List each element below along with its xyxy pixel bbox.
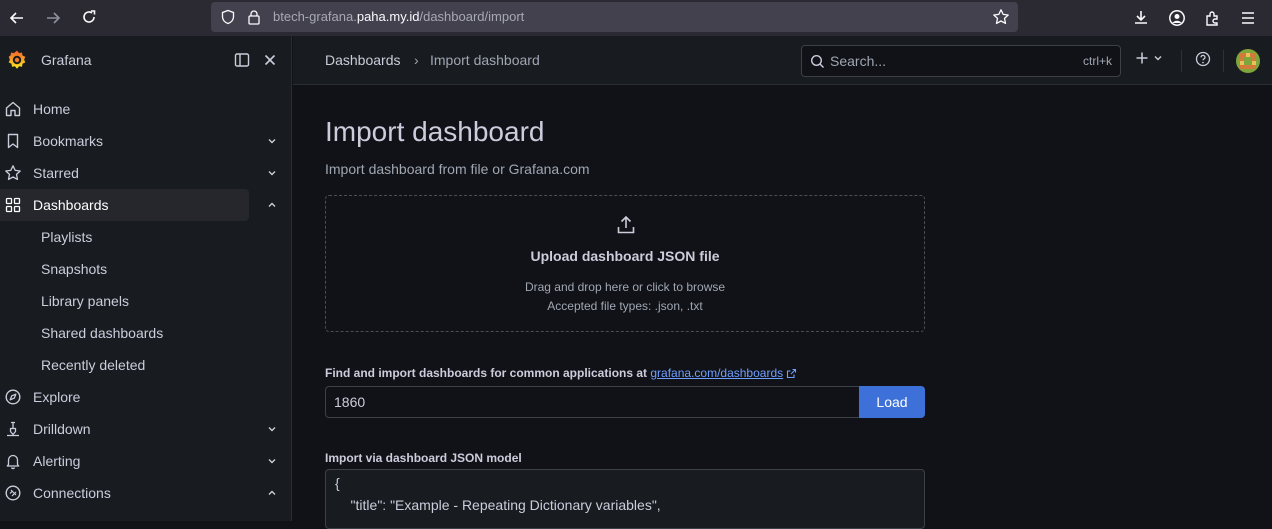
sidebar-subitem-label: Library panels: [41, 293, 129, 309]
chevron-up-icon[interactable]: [266, 487, 278, 499]
url-bar[interactable]: btech-grafana.paha.my.id/dashboard/impor…: [211, 2, 1018, 32]
breadcrumb-separator: ›: [414, 52, 419, 68]
main-content: Import dashboard Import dashboard from f…: [293, 86, 1272, 529]
home-icon: [4, 100, 22, 118]
link-icon: [4, 484, 22, 502]
search-placeholder: Search...: [830, 53, 887, 69]
url-text[interactable]: btech-grafana.paha.my.id/dashboard/impor…: [273, 9, 524, 24]
url-path: /dashboard/import: [419, 9, 525, 24]
url-domain: paha.my.id: [356, 9, 420, 24]
shield-icon[interactable]: [220, 9, 236, 25]
sidebar-subitem-label: Recently deleted: [41, 357, 146, 373]
help-icon[interactable]: [1195, 51, 1211, 67]
toolbar-divider: [1223, 50, 1224, 72]
avatar[interactable]: [1236, 49, 1260, 73]
page-subtitle: Import dashboard from file or Grafana.co…: [325, 161, 590, 177]
sidebar-item-label: Starred: [33, 165, 79, 181]
sidebar-subitem-label: Shared dashboards: [41, 325, 164, 341]
find-dashboards-label: Find and import dashboards for common ap…: [325, 366, 797, 380]
sidebar-subitem-playlists[interactable]: Playlists: [0, 221, 292, 253]
star-icon: [4, 164, 22, 182]
browser-toolbar: btech-grafana.paha.my.id/dashboard/impor…: [0, 0, 1272, 36]
dashboard-id-input[interactable]: 1860: [325, 386, 860, 418]
sidebar-item-drilldown[interactable]: Drilldown: [0, 413, 292, 445]
menu-icon[interactable]: [1236, 6, 1260, 30]
sidebar-item-dashboards[interactable]: Dashboards: [0, 189, 249, 221]
bookmark-star-icon[interactable]: [992, 8, 1010, 26]
json-line: "title": "Example - Repeating Dictionary…: [335, 497, 661, 513]
sidebar-item-explore[interactable]: Explore: [0, 381, 292, 413]
breadcrumb-current: Import dashboard: [430, 52, 540, 68]
load-button[interactable]: Load: [859, 386, 925, 418]
grafana-logo-icon[interactable]: [6, 49, 28, 71]
sidebar-item-label: Connections: [33, 485, 111, 501]
upload-icon: [615, 214, 637, 236]
compass-icon: [4, 388, 22, 406]
sidebar-subitem-snapshots[interactable]: Snapshots: [0, 253, 292, 285]
extensions-icon[interactable]: [1201, 6, 1225, 30]
sidebar: Grafana Home Bookmarks Starred Dashboard…: [0, 36, 292, 521]
breadcrumb-dashboards[interactable]: Dashboards: [325, 52, 401, 68]
sidebar-subitem-label: Playlists: [41, 229, 93, 245]
sidebar-item-label: Drilldown: [33, 421, 91, 437]
chevron-up-icon[interactable]: [266, 199, 278, 211]
sidebar-subitem-label: Snapshots: [41, 261, 108, 277]
search-shortcut: ctrl+k: [1082, 54, 1112, 68]
sidebar-item-label: Alerting: [33, 453, 81, 469]
find-dashboards-text: Find and import dashboards for common ap…: [325, 366, 648, 380]
json-model-textarea[interactable]: { "title": "Example - Repeating Dictiona…: [325, 469, 925, 529]
sidebar-item-home[interactable]: Home: [0, 93, 292, 125]
new-button[interactable]: [1135, 51, 1163, 65]
sidebar-item-label: Home: [33, 101, 71, 117]
dock-menu-icon[interactable]: [233, 51, 251, 69]
account-icon[interactable]: [1165, 6, 1189, 30]
sidebar-subitem-library-panels[interactable]: Library panels: [0, 285, 292, 317]
sidebar-item-connections[interactable]: Connections: [0, 477, 292, 509]
back-icon[interactable]: [5, 6, 29, 30]
sidebar-subitem-shared-dashboards[interactable]: Shared dashboards: [0, 317, 292, 349]
forward-icon[interactable]: [41, 6, 65, 30]
upload-dropzone[interactable]: Upload dashboard JSON file Drag and drop…: [325, 195, 925, 332]
toolbar-divider: [1181, 50, 1182, 72]
search-icon: [810, 54, 825, 69]
upload-hint: Drag and drop here or click to browse: [524, 280, 726, 294]
drilldown-icon: [4, 420, 22, 438]
page-title: Import dashboard: [325, 116, 545, 147]
sidebar-item-alerting[interactable]: Alerting: [0, 445, 292, 477]
bell-icon: [4, 452, 22, 470]
sidebar-item-bookmarks[interactable]: Bookmarks: [0, 125, 292, 157]
grafana-dashboards-link[interactable]: grafana.com/dashboards: [650, 366, 783, 380]
search-input[interactable]: Search... ctrl+k: [801, 45, 1121, 77]
bookmark-icon: [4, 132, 22, 150]
top-bar: Dashboards › Import dashboard Search... …: [293, 36, 1272, 85]
sidebar-item-starred[interactable]: Starred: [0, 157, 292, 189]
downloads-icon[interactable]: [1129, 6, 1153, 30]
external-link-icon[interactable]: [786, 368, 797, 379]
upload-file-types: Accepted file types: .json, .txt: [547, 299, 703, 313]
chevron-down-icon[interactable]: [266, 135, 278, 147]
chevron-down-icon[interactable]: [266, 455, 278, 467]
chevron-down-icon[interactable]: [266, 423, 278, 435]
apps-icon: [4, 196, 22, 214]
sidebar-item-label: Dashboards: [33, 197, 109, 213]
upload-title: Upload dashboard JSON file: [530, 248, 720, 264]
sidebar-item-label: Bookmarks: [33, 133, 104, 149]
plus-icon: [1135, 51, 1149, 65]
sidebar-header: Grafana: [0, 36, 292, 84]
sidebar-subitem-recently-deleted[interactable]: Recently deleted: [0, 349, 292, 381]
chevron-down-icon[interactable]: [266, 167, 278, 179]
sidebar-item-label: Explore: [33, 389, 81, 405]
close-icon[interactable]: [261, 51, 279, 69]
json-line: {: [335, 475, 340, 491]
reload-icon[interactable]: [77, 6, 101, 30]
brand-name[interactable]: Grafana: [41, 52, 92, 68]
chevron-down-icon: [1153, 53, 1163, 63]
lock-icon[interactable]: [247, 9, 261, 25]
json-model-label: Import via dashboard JSON model: [325, 451, 522, 465]
url-prefix: btech-grafana.: [273, 9, 357, 24]
